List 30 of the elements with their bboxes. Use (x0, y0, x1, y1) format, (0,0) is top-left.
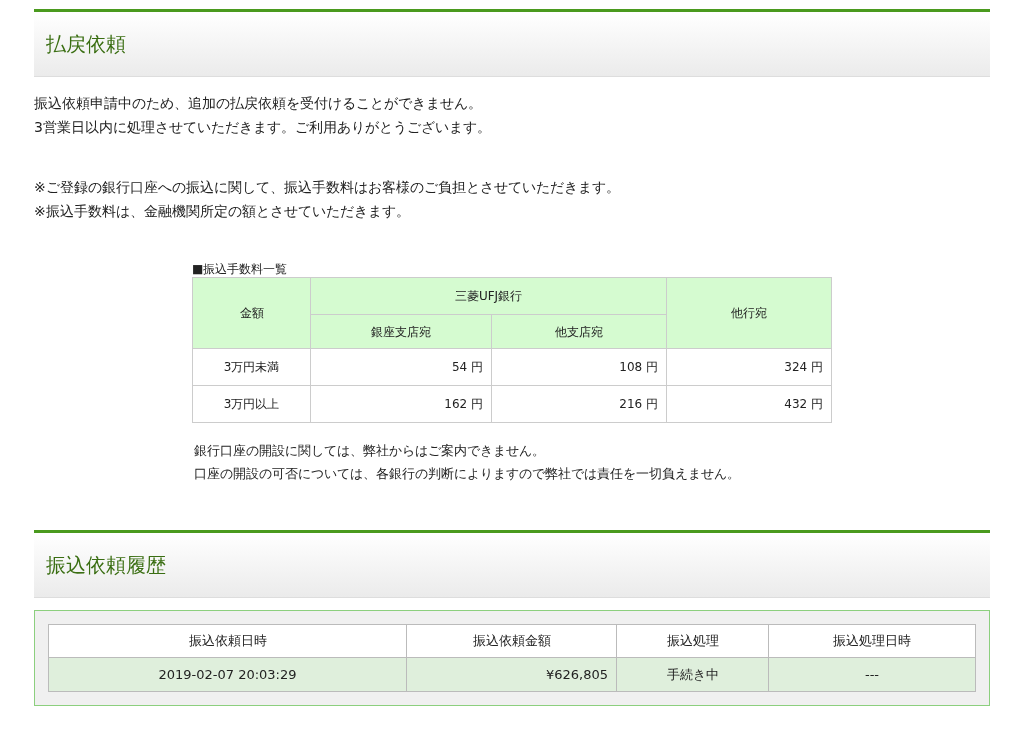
table-cell: 3万円以上 (192, 385, 311, 423)
column-header: 他支店宛 (491, 314, 667, 349)
section-title: 払戻依頼 (46, 31, 126, 58)
message-text: 3営業日以内に処理させていただきます。ご利用ありがとうございます。 (34, 118, 492, 137)
table-cell: 432 円 (666, 385, 832, 423)
column-header: 金額 (192, 277, 311, 349)
table-cell: ¥626,805 (406, 657, 617, 692)
table-cell: 手続き中 (616, 657, 769, 692)
note-text: ※ご登録の銀行口座への振込に関して、振込手数料はお客様のご負担とさせていただきます。 (34, 178, 621, 197)
column-header: 振込依頼日時 (48, 624, 407, 658)
table-cell: 108 円 (491, 348, 667, 386)
table-cell: 162 円 (310, 385, 492, 423)
table-cell: 324 円 (666, 348, 832, 386)
table-cell: --- (768, 657, 976, 692)
note-text: ※振込手数料は、金融機関所定の額とさせていただきます。 (34, 202, 411, 221)
column-header: 三菱UFJ銀行 (310, 277, 667, 315)
column-header: 振込依頼金額 (406, 624, 617, 658)
table-cell: 3万円未満 (192, 348, 311, 386)
column-header: 他行宛 (666, 277, 832, 349)
footnote-text: 口座の開設の可否については、各銀行の判断によりますので弊社では責任を一切負えません。 (194, 465, 741, 483)
footnote-text: 銀行口座の開設に関しては、弊社からはご案内できません。 (194, 442, 546, 460)
column-header: 振込処理日時 (768, 624, 976, 658)
table-cell: 54 円 (310, 348, 492, 386)
section-title: 振込依頼履歴 (46, 552, 166, 579)
column-header: 銀座支店宛 (310, 314, 492, 349)
table-cell: 2019-02-07 20:03:29 (48, 657, 407, 692)
table-cell: 216 円 (491, 385, 667, 423)
table-caption: ■振込手数料一覧 (192, 261, 289, 277)
column-header: 振込処理 (616, 624, 769, 658)
message-text: 振込依頼申請中のため、追加の払戻依頼を受付けることができません。 (34, 94, 483, 113)
